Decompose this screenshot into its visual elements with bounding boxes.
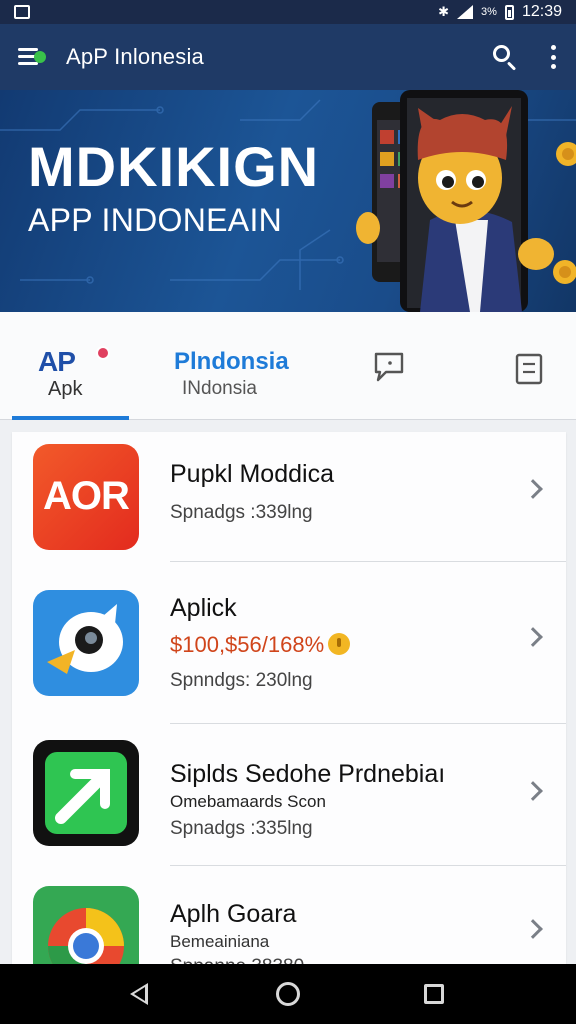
home-icon[interactable]: [276, 982, 300, 1006]
gallery-notification-icon: [14, 5, 30, 19]
app-title: Aplick: [170, 594, 237, 622]
chat-icon: [374, 352, 404, 382]
app-icon-aor: AOR: [33, 444, 139, 550]
app-list: AOR Pupkl Moddica Spnadgs :339lng Aplick…: [12, 432, 566, 964]
list-item[interactable]: Aplh Goara Bemeainiana Sppanne 38380: [12, 866, 566, 964]
tab-indonesia[interactable]: Plndonsia INdonsia: [172, 312, 302, 419]
app-title: Pupkl Moddica: [170, 460, 334, 488]
app-icon-arrow: [33, 740, 139, 846]
apk-logo: AP: [38, 346, 76, 377]
menu-icon[interactable]: [18, 46, 52, 68]
list-item[interactable]: AOR Pupkl Moddica Spnadgs :339lng: [12, 432, 566, 562]
app-title: Siplds Sedohe Prdnebiaı: [170, 760, 446, 788]
app-subtitle: Sppanne 38380: [170, 956, 304, 964]
tab-apk-label: Apk: [48, 378, 83, 400]
battery-icon: [504, 4, 514, 20]
signal-icon: [457, 5, 474, 19]
tab-bar: AP Apk Plndonsia INdonsia: [0, 312, 576, 420]
tab-document[interactable]: [510, 312, 550, 419]
list-item[interactable]: Aplick $100,$56/168% Spnndgs: 230lng: [12, 562, 566, 724]
tab-selected-indicator: [12, 416, 129, 420]
bird-icon: [47, 604, 123, 674]
promo-banner[interactable]: MDKIKIGN APP INDONEAIN: [0, 90, 576, 312]
app-icon-browser: [33, 886, 139, 964]
system-nav-bar: [0, 964, 576, 1024]
browser-icon: [48, 908, 124, 964]
chevron-right-icon: [523, 919, 543, 939]
banner-subtitle: APP INDONEAIN: [28, 202, 283, 238]
app-developer: Bemeainiana: [170, 932, 270, 951]
app-bar: ApP Inlonesia: [0, 24, 576, 90]
tab-apk[interactable]: AP Apk: [12, 312, 129, 420]
app-title: ApP Inlonesia: [66, 44, 204, 69]
banner-artwork: [0, 90, 576, 312]
document-icon: [515, 353, 543, 385]
chevron-right-icon: [523, 627, 543, 647]
banner-title: MDKIKIGN: [28, 135, 320, 198]
recent-apps-icon[interactable]: [424, 984, 444, 1004]
tab-indonesia-label: INdonsia: [182, 378, 257, 399]
bluetooth-icon: ✱: [438, 4, 450, 19]
tab-chat[interactable]: [370, 312, 410, 419]
app-subtitle: Spnadgs :335lng: [170, 818, 313, 839]
app-subtitle: Spnndgs: 230lng: [170, 670, 313, 691]
app-title: Aplh Goara: [170, 900, 297, 928]
chevron-right-icon: [523, 479, 543, 499]
apk-logo-dot-icon: [96, 346, 110, 360]
tab-indonesia-name: Plndonsia: [174, 348, 289, 375]
status-bar: ✱ 3% 12:39: [0, 0, 576, 24]
coin-icon: [328, 633, 351, 655]
arrow-app-icon: [45, 752, 127, 834]
price-row: $100,$56/168%: [170, 632, 351, 658]
battery-percent: 3%: [481, 6, 497, 18]
app-price: $100,$56/168%: [170, 632, 325, 657]
clock: 12:39: [521, 3, 562, 20]
list-item[interactable]: Siplds Sedohe Prdnebiaı Omebamaards Scon…: [12, 724, 566, 866]
more-options-icon[interactable]: [548, 45, 558, 69]
app-icon-text: AOR: [43, 474, 130, 518]
chevron-right-icon: [523, 781, 543, 801]
back-icon[interactable]: [130, 983, 148, 1005]
app-subtitle: Spnadgs :339lng: [170, 502, 313, 523]
app-icon-bird: [33, 590, 139, 696]
app-developer: Omebamaards Scon: [170, 792, 326, 811]
search-icon[interactable]: [492, 44, 518, 71]
